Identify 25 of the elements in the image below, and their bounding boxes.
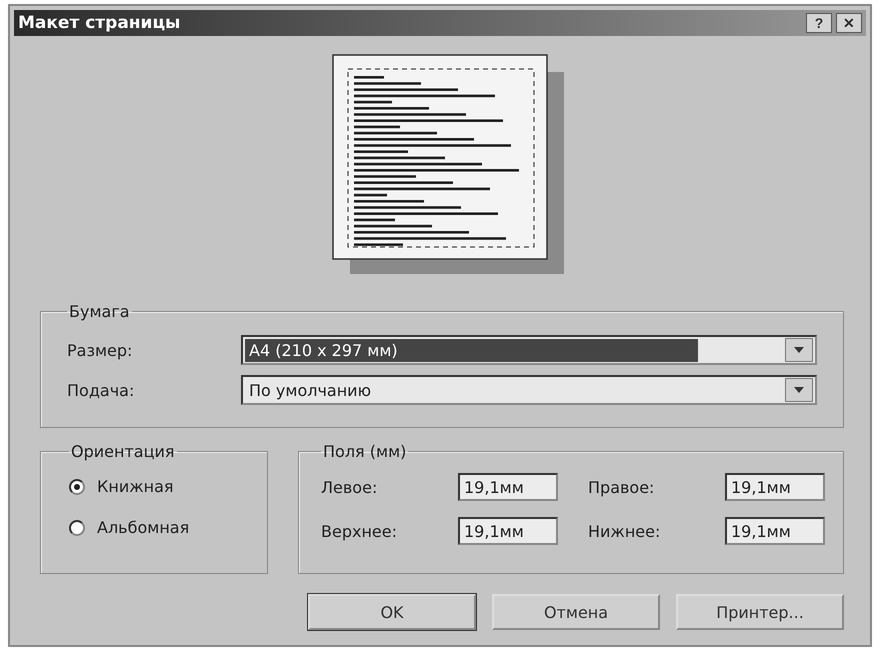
radio-label[interactable]: Книжная <box>97 477 174 496</box>
dropdown[interactable]: A4 (210 x 297 мм) <box>241 335 817 365</box>
radio-button[interactable] <box>69 478 85 494</box>
dropdown[interactable]: По умолчанию <box>241 375 817 405</box>
help-button[interactable]: ? <box>806 13 832 33</box>
field-label: Верхнее: <box>321 522 397 540</box>
close-button[interactable]: ✕ <box>836 13 862 33</box>
group-title: Поля (мм) <box>322 442 408 461</box>
input-field[interactable]: 19,1мм <box>725 517 825 545</box>
field-label: Нижнее: <box>588 522 660 540</box>
group-title: Ориентация <box>70 442 176 461</box>
window-title: Макет страницы <box>18 13 180 33</box>
input-field[interactable]: 19,1мм <box>458 473 558 501</box>
input-field[interactable]: 19,1мм <box>725 473 825 501</box>
group-title: Бумага <box>68 302 131 321</box>
dialog-button[interactable]: Отмена <box>492 594 660 630</box>
dialog-button[interactable]: OK <box>308 594 476 630</box>
radio-button[interactable] <box>69 520 85 536</box>
input-field[interactable]: 19,1мм <box>458 517 558 545</box>
dialog-button[interactable]: Принтер... <box>676 594 844 630</box>
field-label: Правое: <box>588 478 654 496</box>
field-label: Левое: <box>321 478 378 496</box>
field-label: Подача: <box>67 380 136 400</box>
field-label: Размер: <box>67 340 134 360</box>
radio-label[interactable]: Альбомная <box>97 518 190 537</box>
